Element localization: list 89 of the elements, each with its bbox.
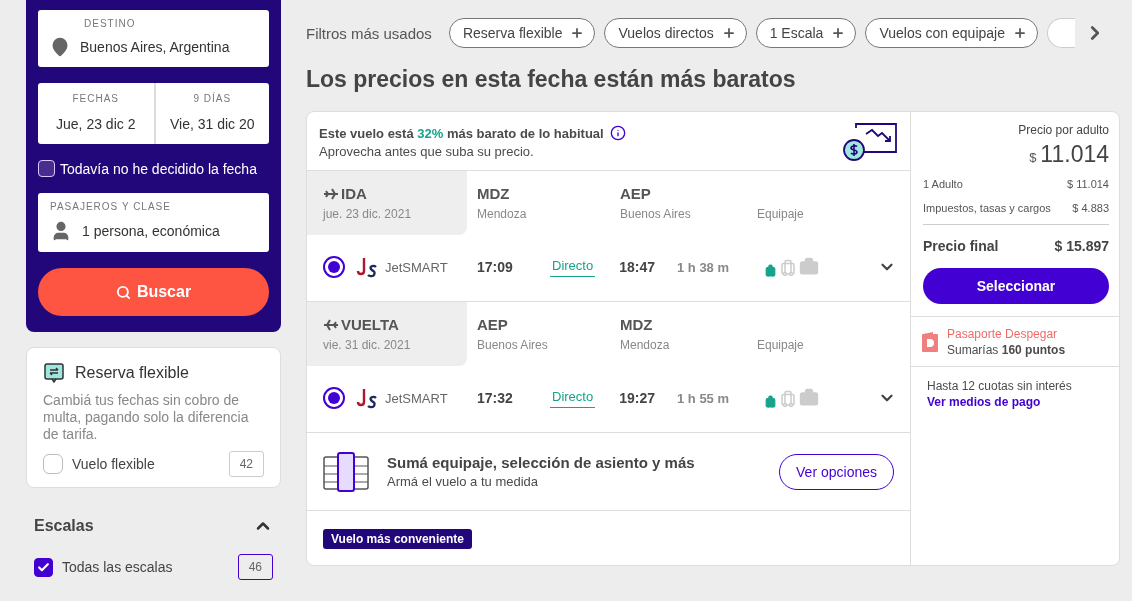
filter-chip[interactable]: Vuelos con equipaje [865, 18, 1038, 48]
price-line-value: $ 4.883 [1072, 201, 1109, 216]
departure-time: 17:09 [477, 259, 514, 275]
swap-chat-icon [43, 362, 65, 384]
arrival-time: 18:47 [619, 259, 655, 275]
banner-subtitle: Aprovecha antes que suba su precio. [319, 144, 535, 159]
loyalty-points: Sumarías 160 puntos [947, 343, 1066, 357]
card-description: Cambiá tus fechas sin cobro de multa, pagando solo la diferencia de tarifa. [43, 392, 250, 443]
checkbox[interactable] [43, 454, 63, 474]
banner-text: Este vuelo está 32% más barato de lo habitual [319, 125, 604, 141]
info-icon[interactable] [609, 125, 626, 141]
destination-field[interactable]: DESTINO Buenos Aires, Argentina [38, 10, 269, 67]
city-name: Mendoza [477, 207, 528, 221]
airline-name: JetSMART [385, 259, 449, 275]
price-line-label: 1 Adulto [923, 177, 963, 192]
airport-code: AEP [620, 185, 652, 202]
view-options-button[interactable]: Ver opciones [779, 453, 894, 490]
field-label: FECHAS [72, 93, 120, 104]
price-line-value: $ 11.014 [1067, 177, 1109, 192]
leg-date: jue. 23 dic. 2021 [323, 207, 413, 221]
seat-table-icon [323, 451, 369, 492]
total-price: $ 15.897 [1054, 238, 1109, 254]
stops-label: Directo [550, 388, 596, 408]
duration: 1 h 55 m [677, 390, 731, 406]
plus-icon [831, 26, 846, 40]
installments-text: Hasta 12 cuotas sin interés [927, 379, 1073, 393]
filter-chip[interactable]: Reserva flexible [448, 18, 596, 48]
check-icon [37, 560, 50, 574]
dates-field[interactable]: FECHAS Jue, 23 dic 2 9 DÍAS Vie, 31 dic 20 [38, 83, 269, 144]
filter-chip[interactable]: Vuelos directos [604, 18, 747, 48]
plus-icon [721, 26, 736, 40]
airport-code: AEP [477, 316, 509, 333]
checkbox-label: Todavía no he decidido la fecha [60, 160, 257, 177]
city-name: Mendoza [620, 338, 671, 352]
airport-code: MDZ [477, 185, 511, 202]
result-count: 46 [237, 554, 273, 580]
airport-code: MDZ [620, 316, 654, 333]
leg-direction: VUELTA [341, 316, 399, 333]
price-label: Precio por adulto [1018, 123, 1109, 137]
select-button[interactable]: Seleccionar [923, 268, 1109, 304]
plus-icon [1012, 26, 1027, 40]
location-pin-icon [50, 37, 70, 57]
section-title: Escalas [34, 517, 94, 535]
checkbox-label: Vuelo flexible [72, 456, 155, 472]
stops-label: Directo [550, 257, 596, 277]
price-amount: 11.014 [1040, 141, 1109, 168]
price-line-label: Impuestos, tasas y cargos [923, 201, 1051, 216]
field-value: Buenos Aires, Argentina [80, 39, 230, 55]
radio-button[interactable] [323, 256, 345, 278]
checkbox-label: Todas las escalas [62, 559, 173, 575]
section-heading: Los precios en esta fecha están más baratos [306, 66, 797, 93]
recommendation-badge: Vuelo más conveniente [323, 529, 472, 549]
extras-subtitle: Armá el vuelo a tu medida [387, 474, 540, 489]
passengers-field[interactable]: PASAJEROS Y CLASE 1 persona, económica [38, 193, 269, 252]
baggage-label: Equipaje [757, 207, 805, 221]
plane-icon [323, 317, 339, 332]
extras-title: Sumá equipaje, selección de asiento y más [387, 454, 695, 471]
airline-logo [355, 255, 379, 279]
city-name: Buenos Aires [620, 207, 692, 221]
price-drop-icon [842, 122, 898, 162]
result-count: 42 [228, 451, 264, 477]
filter-chip[interactable]: 1 Escala [755, 18, 857, 48]
airline-logo [355, 386, 379, 410]
passport-icon [921, 331, 939, 353]
city-name: Buenos Aires [477, 338, 549, 352]
plus-icon [570, 26, 585, 40]
field-label: 9 DÍAS [193, 93, 232, 104]
filters-label: Filtros más usados [306, 24, 432, 42]
search-icon [115, 284, 131, 300]
baggage-label: Equipaje [757, 338, 805, 352]
card-title: Reserva flexible [75, 364, 189, 382]
field-label: DESTINO [83, 18, 137, 29]
field-value: Jue, 23 dic 2 [56, 116, 136, 132]
checkbox[interactable] [34, 557, 53, 577]
departure-time: 17:32 [477, 390, 514, 406]
duration: 1 h 38 m [677, 259, 731, 275]
arrival-time: 19:27 [619, 390, 655, 406]
payment-link[interactable]: Ver medios de pago [927, 395, 1105, 409]
field-value: 1 persona, económica [82, 223, 220, 239]
total-label: Precio final [923, 238, 999, 254]
field-value: Vie, 31 dic 20 [169, 116, 255, 132]
currency-symbol: $ [1029, 150, 1037, 165]
loyalty-title: Pasaporte Despegar [947, 327, 1059, 341]
radio-button[interactable] [323, 387, 345, 409]
airline-name: JetSMART [385, 390, 449, 406]
leg-date: vie. 31 dic. 2021 [323, 338, 412, 352]
leg-direction: IDA [341, 185, 367, 202]
plane-icon [323, 186, 339, 201]
field-label: PASAJEROS Y CLASE [50, 201, 172, 212]
